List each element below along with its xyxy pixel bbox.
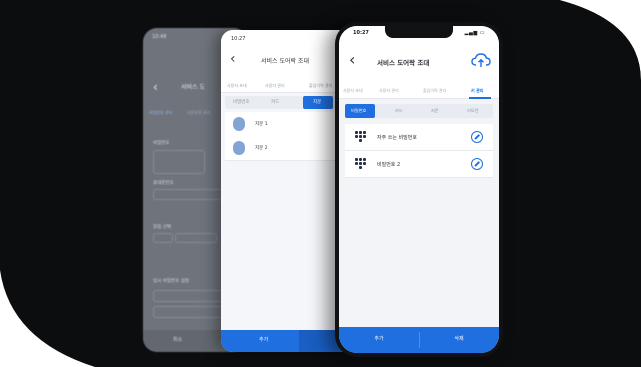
tab-access-history[interactable]: 출입이력 관리 [309,83,332,89]
segment-fingerprint[interactable]: 지문 [431,108,439,114]
list-item-label: 지문 2 [255,146,268,151]
list-item-label: 자주 쓰는 비밀번호 [377,135,417,141]
edit-pen-icon[interactable] [471,158,483,170]
promo-stage: 10:48 ‹ 서비스 도 비밀번호 관리 지문등록 관리 비밀번호 휴대폰번호… [0,0,641,367]
screen-title: 서비스 도어락 조대 [261,58,309,65]
tab-key-manage[interactable]: 키 관리 [471,88,483,94]
status-time: 10:48 [152,34,167,40]
keypad-icon [355,131,367,143]
lock-illustration [153,150,205,174]
tab-invite[interactable]: 사용자 초대 [227,83,247,89]
field-label: 알림 선택 [153,225,171,230]
keypad-icon [355,158,367,170]
status-time: 10:27 [231,36,246,42]
tab-access-history[interactable]: 출입이력 관리 [423,88,446,94]
list-item-label: 비밀번호 2 [377,162,401,168]
segment-card[interactable]: 카드 [395,108,403,114]
front-phone-device: 10:27 ▂▄▆ ▭ ‹ 서비스 도어락 조대 사용자 초대 사용자 관리 출… [335,22,503,357]
segment-remote[interactable]: 리모컨 [467,108,479,114]
front-phone-screen: 10:27 ▂▄▆ ▭ ‹ 서비스 도어락 조대 사용자 초대 사용자 관리 출… [339,26,499,353]
field-label: 임시 비밀번호 설정 [153,279,189,284]
field-label: 휴대폰번호 [153,181,174,186]
segment-password[interactable]: 비밀번호 [233,99,250,105]
back-chevron-icon[interactable]: ‹ [349,52,355,68]
segment-password[interactable]: 비밀번호 [351,108,366,114]
list-item[interactable]: 자주 쓰는 비밀번호 [345,124,493,151]
list-item-label: 지문 1 [255,122,268,127]
tab-user-manage[interactable]: 사용자 관리 [379,88,399,94]
segment-card[interactable]: 카드 [271,99,279,105]
signal-battery-icon: ▂▄▆ ▭ [464,30,485,36]
field-label: 비밀번호 [153,141,170,146]
screen-title: 서비스 도어락 조대 [377,59,430,67]
tab-password-manage[interactable]: 비밀번호 관리 [149,110,172,116]
segment-fingerprint[interactable]: 지문 [313,99,321,105]
tab-invite[interactable]: 사용자 초대 [343,88,363,94]
back-chevron-icon[interactable]: ‹ [230,51,236,67]
back-chevron-icon[interactable]: ‹ [153,80,158,94]
add-button[interactable]: 추가 [259,336,268,343]
screen-title: 서비스 도 [181,84,205,91]
fingerprint-icon [233,141,245,155]
list-item[interactable]: 비밀번호 2 [345,151,493,178]
phone-notch [385,26,453,38]
option-chip[interactable] [175,233,217,243]
tab-user-manage[interactable]: 사용자 관리 [265,83,285,89]
delete-button[interactable]: 삭제 [419,327,499,353]
status-time: 10:27 [353,30,369,36]
edit-pen-icon[interactable] [471,131,483,143]
option-chip[interactable] [153,233,173,243]
fingerprint-icon [233,117,245,131]
segment-control: 비밀번호 카드 지문 리모컨 [345,104,493,118]
footer-bar: 추가 삭제 [339,327,499,353]
cloud-upload-icon[interactable] [471,52,491,68]
add-button[interactable]: 추가 [339,327,419,353]
tab-fingerprint-manage[interactable]: 지문등록 관리 [187,110,210,116]
active-tab-indicator [469,97,491,99]
